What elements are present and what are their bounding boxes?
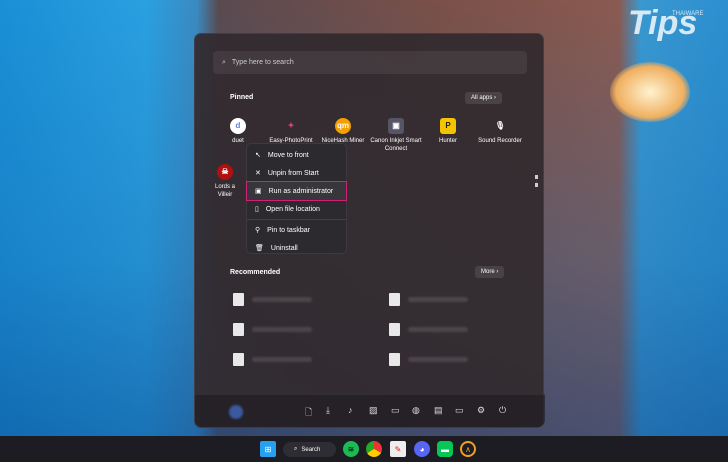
menu-run-as-administrator[interactable]: ▣ Run as administrator [246,181,347,201]
discord-icon[interactable]: ◕ [414,441,430,457]
music-icon[interactable]: ♪ [348,405,353,415]
pinned-app-canon[interactable]: ▣ Canon Inkjet Smart Connect [367,118,425,153]
page-dots[interactable] [535,175,538,187]
folder-icon: ▯ [255,206,259,213]
menu-move-to-front[interactable]: ↖ Move to front [247,146,346,164]
pinned-app-nicehash[interactable]: qm NiceHash Miner [314,118,372,145]
thaiware-tips-logo: Tips THAIWARE [628,4,704,42]
pinned-app-hunter[interactable]: P Hunter [419,118,477,145]
videos-icon[interactable]: ▭ [391,405,400,416]
menu-open-file-location[interactable]: ▯ Open file location [247,200,346,218]
pinned-app-easy-photoprint[interactable]: ✦ Easy-PhotoPrint [262,118,320,145]
menu-pin-to-taskbar[interactable]: ⚲ Pin to taskbar [247,221,346,239]
spotify-icon[interactable]: ≋ [343,441,359,457]
pinned-app-sound-recorder[interactable]: 🎙 Sound Recorder [471,118,529,145]
downloads-icon[interactable]: ⤓ [326,405,330,416]
context-menu: ↖ Move to front ✕ Unpin from Start ▣ Run as… [246,143,347,254]
menu-unpin-from-start[interactable]: ✕ Unpin from Start [247,164,346,182]
admin-shield-icon: ▣ [255,188,262,195]
settings-icon[interactable]: ⚙ [477,405,485,416]
line-icon[interactable]: ▬ [437,441,453,457]
pinned-app-lords[interactable]: ☠ Lords a Villeir [209,164,241,199]
recommended-item[interactable] [389,353,468,366]
search-icon: ⌕ [222,58,226,66]
personal-folder-icon[interactable]: ▤ [434,405,443,416]
wallpaper-lamp [610,62,690,122]
arrow-up-left-icon: ↖ [255,152,261,159]
recommended-item[interactable] [389,323,468,336]
recommended-item[interactable] [389,293,468,306]
pin-icon: ⚲ [255,227,261,234]
search-icon: ⌕ [294,446,298,452]
recommended-item[interactable] [233,323,312,336]
recommended-title: Recommended [230,269,281,276]
unpin-icon: ✕ [255,170,261,177]
chrome-icon[interactable] [366,441,382,457]
menu-separator [247,219,346,220]
more-button[interactable]: More › [475,266,505,278]
file-explorer-icon[interactable]: ▭ [455,405,464,416]
taskbar: ⊞ ⌕ Search ≋ ✎ ◕ ▬ ∧ [0,436,728,462]
recommended-item[interactable] [233,353,312,366]
pinned-title: Pinned [230,94,254,101]
photo-app-icon[interactable]: ✎ [390,441,406,457]
power-icon[interactable]: ⏻ [499,405,506,416]
pinned-app-duet[interactable]: d duet [209,118,267,145]
network-icon[interactable]: ◍ [412,405,420,416]
search-input[interactable]: ⌕ Type here to search [213,51,527,74]
trash-icon: 🗑 [255,245,264,252]
menu-uninstall[interactable]: 🗑 Uninstall [247,239,346,257]
start-button[interactable]: ⊞ [260,441,276,457]
pictures-icon[interactable]: ▨ [369,405,378,416]
start-footer: 🗋 ⤓ ♪ ▨ ▭ ◍ ▤ ▭ ⚙ ⏻ [195,394,545,427]
taskbar-search[interactable]: ⌕ Search [283,442,336,457]
recommended-item[interactable] [233,293,312,306]
documents-icon[interactable]: 🗋 [305,405,312,421]
user-avatar[interactable] [229,405,243,419]
overwatch-icon[interactable]: ∧ [460,441,476,457]
all-apps-button[interactable]: All apps › [465,92,503,104]
